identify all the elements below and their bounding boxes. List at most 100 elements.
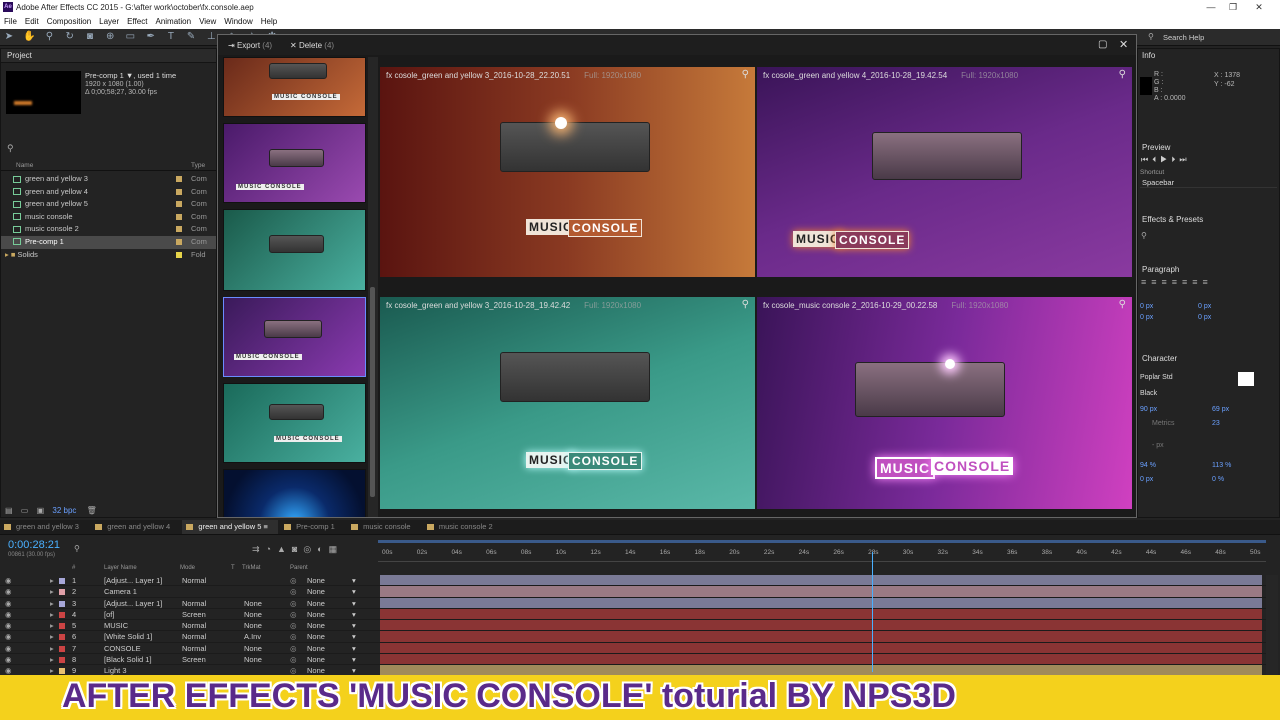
close-viewer-icon[interactable]: ✕ — [1119, 38, 1128, 51]
layer-duration-bar[interactable] — [380, 620, 1262, 631]
layer-trkmat[interactable]: None — [244, 609, 262, 620]
layer-row[interactable]: ◉ ▸ 1 [Adjust... Layer 1] Normal ◎ None ▾ — [0, 575, 1266, 587]
visibility-eye-icon[interactable]: ◉ — [5, 609, 12, 620]
thumbnail-selected[interactable]: MUSIC CONSOLE — [223, 297, 366, 377]
tab-green-and-yellow-4[interactable]: green and yellow 4 — [91, 520, 180, 534]
menu-window[interactable]: Window — [220, 15, 256, 29]
dropdown-arrow-icon[interactable]: ▾ — [352, 575, 356, 586]
timeline-scrollbar[interactable] — [1266, 575, 1278, 675]
layer-parent[interactable]: None — [307, 643, 325, 654]
layer-name[interactable]: [Black Solid 1] — [104, 654, 152, 665]
menu-composition[interactable]: Composition — [43, 15, 95, 29]
parent-pickwhip-icon[interactable]: ◎ — [290, 586, 297, 597]
new-comp-icon[interactable]: ▣ — [37, 506, 45, 515]
menu-help[interactable]: Help — [257, 15, 281, 29]
project-item[interactable]: green and yellow 5 Com — [1, 198, 216, 211]
expand-arrow-icon[interactable]: ▸ — [50, 654, 54, 665]
layer-name[interactable]: [Adjust... Layer 1] — [104, 598, 162, 609]
pen-tool-icon[interactable]: ✒ — [144, 30, 158, 44]
label-color-swatch[interactable] — [59, 634, 65, 641]
timeline-switches[interactable]: ⇉◔▲◙◎◐▦ — [252, 544, 343, 555]
delete-button[interactable]: ✕ Delete (4) — [290, 41, 334, 50]
stroke-width[interactable]: - px — [1152, 442, 1164, 449]
hand-tool-icon[interactable]: ✋ — [22, 30, 36, 44]
layer-mode[interactable]: Screen — [182, 654, 206, 665]
layer-row[interactable]: ◉ ▸ 3 [Adjust... Layer 1] Normal None ◎ None ▾ — [0, 597, 1266, 609]
rectangle-tool-icon[interactable]: ▭ — [123, 30, 137, 44]
label-color-swatch[interactable] — [59, 589, 65, 596]
visibility-eye-icon[interactable]: ◉ — [5, 643, 12, 654]
search-help-input[interactable]: Search Help — [1163, 33, 1204, 42]
parent-pickwhip-icon[interactable]: ◎ — [290, 598, 297, 609]
layer-mode[interactable]: Normal — [182, 620, 206, 631]
label-color-swatch[interactable] — [59, 600, 65, 607]
parent-pickwhip-icon[interactable]: ◎ — [290, 575, 297, 586]
dropdown-arrow-icon[interactable]: ▾ — [352, 631, 356, 642]
layer-duration-bar[interactable] — [380, 575, 1262, 586]
layer-name[interactable]: MUSIC — [104, 620, 128, 631]
menu-edit[interactable]: Edit — [21, 15, 43, 29]
label-color-swatch[interactable] — [59, 668, 65, 675]
layer-duration-bar[interactable] — [380, 631, 1262, 642]
zoom-icon[interactable]: ⚲ — [1119, 299, 1126, 310]
layer-row[interactable]: ◉ ▸ 2 Camera 1 ◎ None ▾ — [0, 586, 1266, 598]
layer-row[interactable]: ◉ ▸ 8 [Black Solid 1] Screen None ◎ None ▾ — [0, 654, 1266, 666]
layer-mode[interactable]: Screen — [182, 609, 206, 620]
fill-color-swatch[interactable] — [1238, 372, 1254, 386]
expand-arrow-icon[interactable]: ▸ — [50, 631, 54, 642]
layer-duration-bar[interactable] — [380, 654, 1262, 665]
menu-view[interactable]: View — [195, 15, 220, 29]
tracking[interactable]: 23 — [1212, 420, 1220, 427]
layer-duration-bar[interactable] — [380, 597, 1262, 608]
layer-parent[interactable]: None — [307, 654, 325, 665]
label-color-swatch[interactable] — [59, 657, 65, 664]
thumbnail[interactable] — [223, 469, 366, 517]
col-layer-name[interactable]: Layer Name — [104, 565, 137, 571]
expand-arrow-icon[interactable]: ▸ — [50, 575, 54, 586]
expand-arrow-icon[interactable]: ▸ — [50, 609, 54, 620]
parent-pickwhip-icon[interactable]: ◎ — [290, 620, 297, 631]
close-button[interactable]: ✕ — [1236, 0, 1280, 15]
visibility-eye-icon[interactable]: ◉ — [5, 586, 12, 597]
project-item[interactable]: green and yellow 3 Com — [1, 173, 216, 186]
playhead[interactable] — [872, 552, 874, 672]
project-search-icon[interactable]: ⚲ — [7, 143, 14, 154]
pan-behind-tool-icon[interactable]: ⊕ — [103, 30, 117, 44]
dropdown-arrow-icon[interactable]: ▾ — [352, 643, 356, 654]
project-item[interactable]: green and yellow 4 Com — [1, 186, 216, 199]
layer-mode[interactable]: Normal — [182, 631, 206, 642]
expand-arrow-icon[interactable]: ▸ — [50, 643, 54, 654]
layer-mode[interactable]: Normal — [182, 598, 206, 609]
thumbnail-scrollbar[interactable] — [368, 57, 378, 517]
time-ruler[interactable]: 00s 02s 04s 06s 08s 10s 12s 14s 16s 18s 20s 22s 24s 2… — [378, 544, 1266, 562]
maximize-viewer-icon[interactable]: ▢ — [1098, 39, 1107, 50]
layer-duration-bar[interactable] — [380, 586, 1262, 597]
export-button[interactable]: ⇥ Export (4) — [228, 41, 272, 50]
tab-green-and-yellow-3[interactable]: green and yellow 3 — [0, 520, 89, 534]
font-size[interactable]: 90 px — [1140, 406, 1157, 413]
visibility-eye-icon[interactable]: ◉ — [5, 620, 12, 631]
layer-trkmat[interactable]: None — [244, 643, 262, 654]
thumbnail[interactable]: MUSIC CONSOLE — [223, 383, 366, 463]
layer-duration-bar[interactable] — [380, 608, 1262, 620]
tab-music-console[interactable]: music console — [347, 520, 421, 534]
layer-parent[interactable]: None — [307, 631, 325, 642]
tab-green-and-yellow-5[interactable]: green and yellow 5 ≡ — [182, 520, 278, 534]
menu-effect[interactable]: Effect — [123, 15, 151, 29]
indent-right[interactable]: 0 px — [1198, 301, 1211, 312]
dropdown-arrow-icon[interactable]: ▾ — [352, 654, 356, 665]
menu-layer[interactable]: Layer — [95, 15, 123, 29]
brush-tool-icon[interactable]: ✎ — [184, 30, 198, 44]
layer-name[interactable]: Camera 1 — [104, 586, 137, 597]
layer-name[interactable]: CONSOLE — [104, 643, 141, 654]
timeline-search-icon[interactable]: ⚲ — [74, 544, 80, 553]
interpret-footage-icon[interactable]: ▤ — [5, 506, 13, 515]
project-folder[interactable]: ▸ ■ Solids Fold — [1, 249, 216, 262]
space-after[interactable]: 0 px — [1198, 312, 1211, 323]
project-item[interactable]: music console Com — [1, 211, 216, 224]
rotate-tool-icon[interactable]: ↻ — [63, 30, 77, 44]
camera-tool-icon[interactable]: ◙ — [83, 30, 97, 44]
layer-parent[interactable]: None — [307, 609, 325, 620]
expand-arrow-icon[interactable]: ▸ — [50, 598, 54, 609]
label-color-swatch[interactable] — [59, 645, 65, 652]
